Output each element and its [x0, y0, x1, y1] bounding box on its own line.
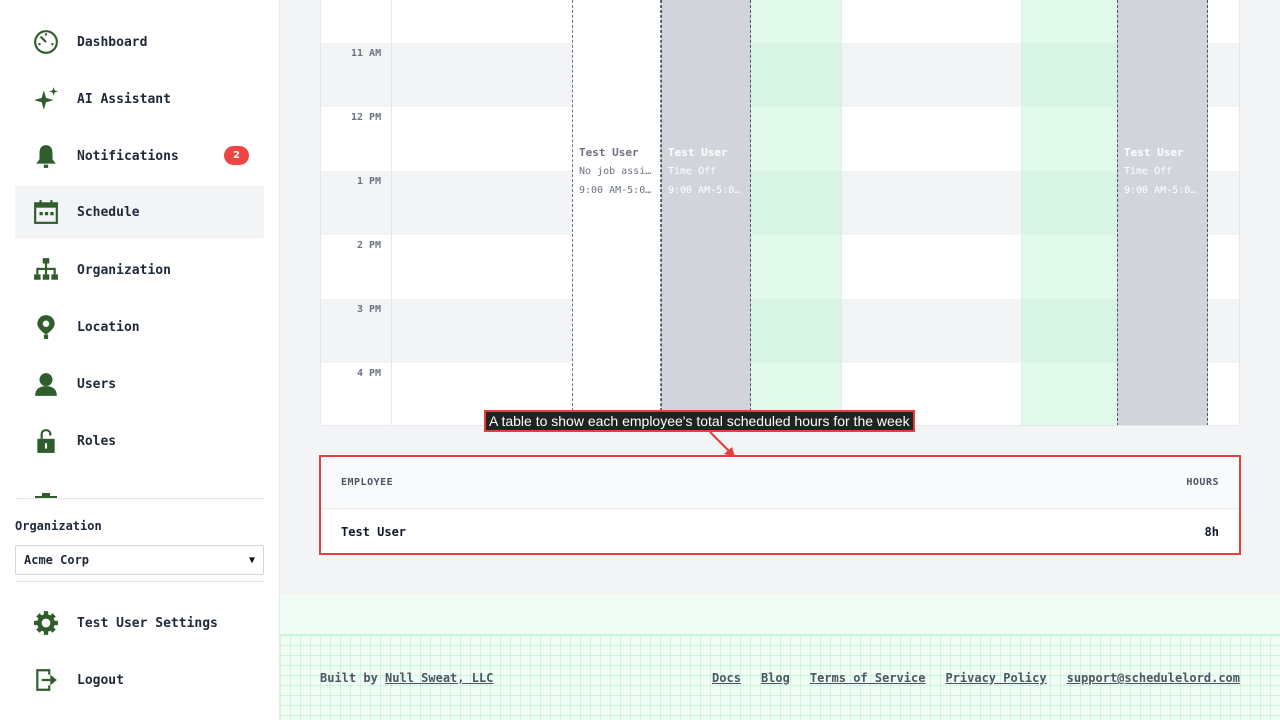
column-header-hours: HOURS — [1186, 477, 1219, 488]
time-label: 11 AM — [351, 48, 382, 59]
footer-link-support-email[interactable]: support@schedulelord.com — [1067, 671, 1240, 685]
calendar-icon — [32, 198, 60, 226]
built-by-text: Built by Null Sweat, LLC — [320, 671, 493, 685]
footer-link-blog[interactable]: Blog — [761, 671, 790, 685]
sidebar-item-label: Dashboard — [77, 34, 148, 50]
highlighted-day-column — [1021, 0, 1118, 425]
time-label: 1 PM — [357, 176, 382, 187]
time-label: 12 PM — [351, 112, 382, 123]
map-pin-icon — [32, 313, 60, 341]
time-label: 3 PM — [357, 304, 382, 315]
time-off-event[interactable]: Test User Time Off 9:00 AM-5:0… — [661, 0, 751, 425]
organization-select[interactable]: Acme Corp ▼ — [15, 545, 264, 575]
shift-time: 9:00 AM-5:0… — [1124, 185, 1197, 196]
time-off-event[interactable]: Test User Time Off 9:00 AM-5:0… — [1117, 0, 1208, 425]
employee-name-cell: Test User — [341, 525, 407, 539]
notification-count-badge: 2 — [224, 146, 249, 165]
lock-icon — [32, 427, 60, 455]
bell-icon — [32, 142, 60, 170]
logout-icon — [32, 666, 60, 694]
time-gutter-divider — [391, 0, 392, 425]
sidebar-item-label: Test User Settings — [77, 615, 218, 631]
shift-time: 9:00 AM-5:0… — [579, 185, 652, 196]
day-column-divider — [841, 0, 842, 425]
shift-detail: No job assi… — [579, 166, 652, 177]
sidebar-item-label: Notifications — [77, 148, 179, 164]
sidebar-item-users[interactable]: Users — [15, 358, 264, 410]
sidebar-item-logout[interactable]: Logout — [15, 654, 264, 706]
sidebar-item-label: Location — [77, 319, 140, 335]
footer-link-terms[interactable]: Terms of Service — [810, 671, 926, 685]
shift-employee-name: Test User — [1124, 146, 1184, 159]
org-chart-icon — [32, 256, 60, 284]
sidebar-item-notifications[interactable]: Notifications 2 — [15, 130, 264, 182]
hours-cell: 8h — [1204, 525, 1219, 539]
table-row: Test User 8h — [321, 509, 1239, 555]
sidebar-item-label: AI Assistant — [77, 91, 171, 107]
sidebar-item-schedule[interactable]: Schedule — [15, 186, 264, 238]
schedule-calendar: 11 AM 12 PM 1 PM 2 PM 3 PM 4 PM Test Use… — [320, 0, 1240, 426]
sparkle-icon — [32, 85, 60, 113]
sidebar-item-label: Organization — [77, 262, 171, 278]
built-by-link[interactable]: Null Sweat, LLC — [385, 671, 493, 685]
weekly-hours-table: EMPLOYEE HOURS Test User 8h — [319, 455, 1241, 555]
shift-detail: Time Off — [668, 166, 717, 177]
shift-event[interactable]: Test User No job assi… 9:00 AM-5:0… — [572, 0, 661, 425]
sidebar-item-label: Users — [77, 376, 117, 392]
sidebar-item-roles[interactable]: Roles — [15, 415, 264, 467]
sidebar-item-label: Schedule — [77, 204, 140, 220]
dashboard-icon — [32, 28, 60, 56]
sidebar-item-settings[interactable]: Test User Settings — [15, 597, 264, 649]
shift-employee-name: Test User — [668, 146, 728, 159]
user-icon — [32, 370, 60, 398]
sidebar-item-label: Roles — [77, 433, 117, 449]
footer-band — [280, 594, 1280, 634]
footer-link-docs[interactable]: Docs — [712, 671, 741, 685]
sidebar-item-dashboard[interactable]: Dashboard — [15, 16, 264, 68]
shift-detail: Time Off — [1124, 166, 1173, 177]
shift-employee-name: Test User — [579, 146, 639, 159]
annotation-label: A table to show each employee's total sc… — [484, 410, 915, 432]
organization-label: Organization — [15, 519, 102, 533]
sidebar-item-ai-assistant[interactable]: AI Assistant — [15, 73, 264, 125]
sidebar-divider — [15, 581, 264, 582]
organization-select-value: Acme Corp — [24, 553, 90, 567]
footer-link-privacy[interactable]: Privacy Policy — [945, 671, 1046, 685]
chevron-down-icon: ▼ — [248, 554, 255, 566]
gear-icon — [32, 609, 60, 637]
footer-links: Docs Blog Terms of Service Privacy Polic… — [712, 671, 1240, 685]
footer: Built by Null Sweat, LLC Docs Blog Terms… — [280, 634, 1280, 720]
built-by-prefix: Built by — [320, 671, 386, 685]
column-header-employee: EMPLOYEE — [341, 477, 394, 488]
sidebar-item-organization[interactable]: Organization — [15, 244, 264, 296]
sidebar-item-location[interactable]: Location — [15, 301, 264, 353]
highlighted-day-column — [751, 0, 841, 425]
day-column-divider — [1021, 0, 1022, 425]
sidebar-divider — [15, 498, 264, 499]
shift-time: 9:00 AM-5:0… — [668, 185, 741, 196]
table-header: EMPLOYEE HOURS — [321, 457, 1239, 509]
partial-nav-icon — [33, 488, 59, 498]
time-label: 2 PM — [357, 240, 382, 251]
sidebar-item-label: Logout — [77, 672, 124, 688]
sidebar: Dashboard AI Assistant Notifications 2 S… — [0, 0, 280, 720]
time-label: 4 PM — [357, 368, 382, 379]
